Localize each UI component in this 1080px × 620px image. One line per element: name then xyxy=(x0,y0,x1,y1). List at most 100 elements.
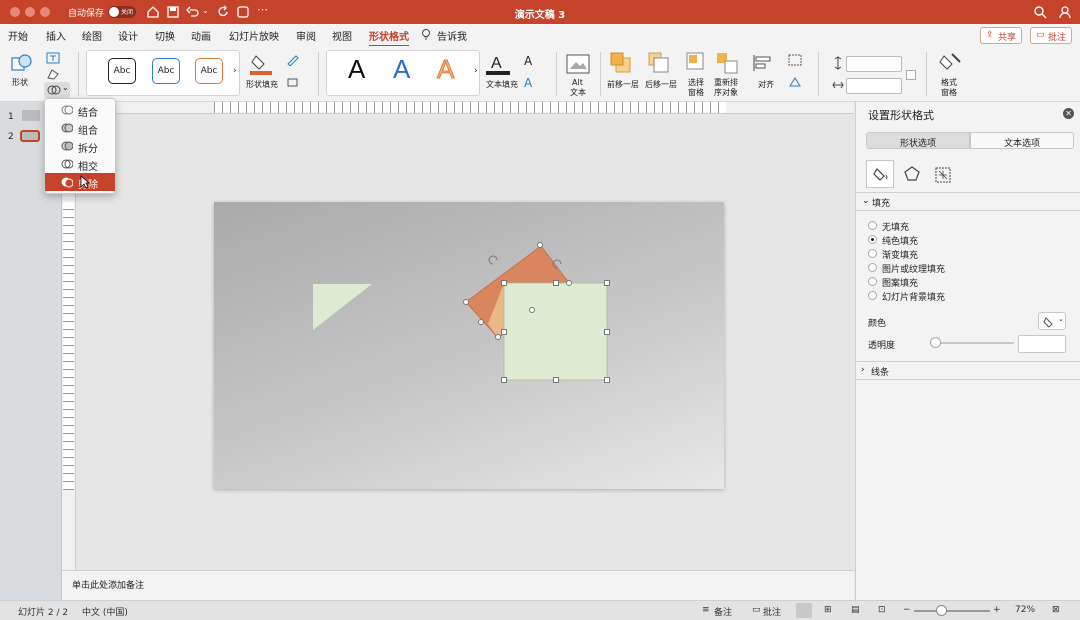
language-status[interactable]: 中文 (中国) xyxy=(82,605,128,618)
lock-aspect-checkbox[interactable] xyxy=(906,70,916,80)
shape-fill-icon[interactable] xyxy=(250,52,272,76)
zoom-slider-thumb[interactable] xyxy=(936,605,947,616)
wordart-more-icon[interactable]: › xyxy=(474,66,478,76)
slideshow-view-icon[interactable]: ⊡ xyxy=(878,605,886,615)
align-icon[interactable] xyxy=(752,54,774,72)
wordart-style-3[interactable]: A xyxy=(436,54,454,85)
selection-handle[interactable] xyxy=(604,377,610,383)
green-rectangle-shape[interactable] xyxy=(503,282,608,381)
text-outline-icon[interactable]: A xyxy=(524,54,532,68)
radio-pattern-fill[interactable] xyxy=(868,277,877,286)
reading-view-icon[interactable]: ▤ xyxy=(851,605,860,615)
menu-item-fragment[interactable]: 拆分 xyxy=(45,137,115,155)
text-effects-icon[interactable]: A xyxy=(524,76,532,90)
account-icon[interactable] xyxy=(1058,5,1072,19)
slide-canvas[interactable] xyxy=(214,202,724,489)
slide-thumbnail-1[interactable] xyxy=(22,110,40,121)
shape-style-3[interactable]: Abc xyxy=(195,58,223,84)
shape-effects-icon[interactable] xyxy=(286,76,300,88)
notes-button[interactable]: 备注 xyxy=(714,605,732,618)
width-input[interactable] xyxy=(846,78,902,94)
zoom-level[interactable]: 72% xyxy=(1015,605,1035,615)
height-input[interactable] xyxy=(846,56,902,72)
comments-status-button[interactable]: 批注 xyxy=(763,605,781,618)
tab-design[interactable]: 设计 xyxy=(118,28,138,43)
shape-outline-icon[interactable] xyxy=(286,54,300,66)
tab-shape-format[interactable]: 形状格式 xyxy=(369,28,409,47)
zoom-out-icon[interactable]: − xyxy=(903,605,911,615)
text-fill-icon[interactable]: A xyxy=(486,52,510,76)
shape-style-2[interactable]: Abc xyxy=(152,58,180,84)
menu-item-union[interactable]: 结合 xyxy=(45,101,115,119)
selection-handle[interactable] xyxy=(501,377,507,383)
selection-handle[interactable] xyxy=(553,280,559,286)
radio-picture-fill[interactable] xyxy=(868,263,877,272)
rotate-handle-1-icon[interactable] xyxy=(488,255,498,265)
fill-section-header[interactable]: 填充 xyxy=(872,196,890,209)
tab-home[interactable]: 开始 xyxy=(8,28,28,43)
selection-handle[interactable] xyxy=(537,242,543,248)
effects-pentagon-icon[interactable] xyxy=(904,166,920,182)
selection-handle[interactable] xyxy=(501,329,507,335)
chevron-down-icon[interactable]: ⌄ xyxy=(862,196,870,206)
tab-shape-options[interactable]: 形状选项 xyxy=(866,132,970,149)
radio-gradient-fill[interactable] xyxy=(868,249,877,258)
selection-handle[interactable] xyxy=(501,280,507,286)
menu-item-combine[interactable]: 组合 xyxy=(45,119,115,137)
selection-handle[interactable] xyxy=(478,319,484,325)
transparency-input[interactable] xyxy=(1018,335,1066,353)
selection-handle[interactable] xyxy=(604,329,610,335)
text-box-icon[interactable] xyxy=(46,52,60,64)
reorder-objects-icon[interactable] xyxy=(716,52,738,74)
wordart-style-1[interactable]: A xyxy=(348,54,365,85)
shape-style-1[interactable]: Abc xyxy=(108,58,136,84)
tab-draw[interactable]: 绘图 xyxy=(82,28,102,43)
zoom-in-icon[interactable]: + xyxy=(993,605,1001,615)
rotate-icon[interactable] xyxy=(788,76,802,88)
send-backward-icon[interactable] xyxy=(648,52,670,74)
group-icon[interactable] xyxy=(788,54,802,66)
shapes-icon[interactable] xyxy=(10,52,34,74)
comments-button[interactable]: ▭ 批注 xyxy=(1030,27,1072,44)
format-pane-icon[interactable] xyxy=(938,52,962,76)
normal-view-icon[interactable] xyxy=(796,603,812,618)
selection-handle[interactable] xyxy=(604,280,610,286)
transparency-slider-track[interactable] xyxy=(934,342,1014,344)
search-icon[interactable] xyxy=(1033,5,1047,19)
tab-text-options[interactable]: 文本选项 xyxy=(970,132,1074,149)
radio-solid-fill[interactable] xyxy=(868,235,877,244)
color-picker-button[interactable]: ⌄ xyxy=(1038,312,1066,330)
radio-background-fill[interactable] xyxy=(868,291,877,300)
selection-handle[interactable] xyxy=(529,307,535,313)
tab-animations[interactable]: 动画 xyxy=(191,28,211,43)
radio-no-fill[interactable] xyxy=(868,221,877,230)
selection-pane-icon[interactable] xyxy=(686,52,706,74)
notes-area[interactable]: 单击此处添加备注 xyxy=(62,570,854,600)
slide-thumbnail-2[interactable] xyxy=(20,130,40,142)
bring-forward-icon[interactable] xyxy=(610,52,632,74)
fill-line-tab[interactable] xyxy=(866,160,894,188)
wordart-style-2[interactable]: A xyxy=(393,54,410,85)
tab-transitions[interactable]: 切换 xyxy=(155,28,175,43)
transparency-slider-thumb[interactable] xyxy=(930,337,941,348)
tab-slideshow[interactable]: 幻灯片放映 xyxy=(229,28,279,43)
triangle-shape[interactable] xyxy=(313,284,372,330)
chevron-right-icon[interactable]: › xyxy=(861,365,865,375)
selection-handle[interactable] xyxy=(566,280,572,286)
merge-shapes-button[interactable]: ⌄ xyxy=(44,82,70,98)
fit-to-window-icon[interactable]: ⊠ xyxy=(1052,605,1060,615)
line-section-header[interactable]: 线条 xyxy=(871,365,889,378)
alt-text-icon[interactable] xyxy=(566,54,590,74)
menu-item-intersect[interactable]: 相交 xyxy=(45,155,115,173)
edit-shape-icon[interactable] xyxy=(46,68,60,80)
selection-handle[interactable] xyxy=(463,299,469,305)
close-pane-icon[interactable]: ✕ xyxy=(1063,108,1074,119)
share-button[interactable]: ⇪ 共享 xyxy=(980,27,1022,44)
selection-handle[interactable] xyxy=(553,377,559,383)
size-properties-icon[interactable] xyxy=(934,166,952,184)
slide-sorter-icon[interactable]: ⊞ xyxy=(824,605,832,615)
gallery-more-icon[interactable]: › xyxy=(233,66,237,76)
tab-review[interactable]: 审阅 xyxy=(296,28,316,43)
tab-view[interactable]: 视图 xyxy=(332,28,352,43)
tab-insert[interactable]: 插入 xyxy=(46,28,66,43)
